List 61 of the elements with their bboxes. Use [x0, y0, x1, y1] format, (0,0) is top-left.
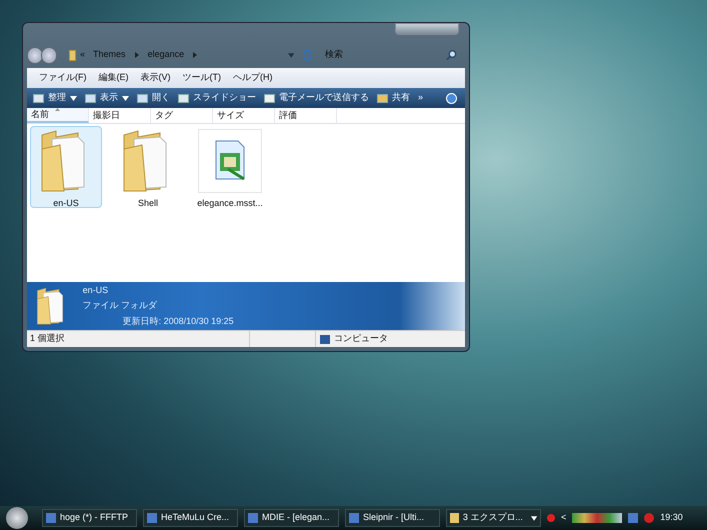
back-button[interactable]: [27, 46, 43, 64]
folder-icon: [68, 50, 76, 60]
toolbar-icon: [33, 94, 44, 102]
column-header[interactable]: 撮影日: [89, 108, 151, 123]
file-item[interactable]: Shell: [112, 126, 184, 208]
start-button[interactable]: [6, 507, 28, 529]
app-icon: [450, 513, 459, 523]
app-icon: [46, 513, 56, 523]
file-name: Shell: [138, 197, 158, 210]
search-icon: [446, 49, 457, 61]
toolbar-icon: [178, 94, 189, 102]
app-icon: [349, 513, 359, 523]
help-icon[interactable]: [446, 92, 457, 104]
menu-item[interactable]: 表示(V): [140, 71, 170, 85]
chevron-right-icon: [192, 51, 198, 59]
toolbar-button[interactable]: 表示: [85, 91, 129, 105]
menu-item[interactable]: ヘルプ(H): [233, 71, 272, 85]
selection-count: 1 個選択: [29, 332, 66, 346]
details-name: en-US: [82, 284, 110, 297]
file-item[interactable]: en-US: [30, 126, 102, 208]
app-icon: [248, 513, 258, 523]
menu-item[interactable]: ツール(T): [182, 71, 221, 85]
toolbar-icon: [377, 94, 388, 102]
chevron-right-icon: [134, 51, 140, 59]
taskbar-button[interactable]: Sleipnir - [Ulti...: [345, 509, 440, 527]
column-header[interactable]: 評価: [275, 108, 337, 123]
tray-expand-button[interactable]: <: [561, 511, 566, 525]
toolbar-icon: [264, 94, 275, 102]
search-field[interactable]: 検索: [324, 48, 442, 62]
toolbar-button[interactable]: スライドショー: [178, 91, 256, 105]
taskbar-button[interactable]: hoge (*) - FFFTP: [42, 509, 137, 527]
toolbar-button[interactable]: 開く: [137, 91, 170, 105]
notification-icon: [547, 514, 555, 522]
file-name: en-US: [53, 197, 79, 210]
forward-button[interactable]: [40, 46, 57, 64]
taskbar-button[interactable]: MDIE - [elegan...: [244, 509, 339, 527]
taskbar-button[interactable]: HeTeMuLu Cre...: [143, 509, 238, 527]
caret-icon: [70, 96, 77, 100]
sort-arrow-icon: [55, 108, 60, 111]
column-header[interactable]: タグ: [151, 108, 213, 123]
details-modified: 更新日時: 2008/10/30 19:25: [122, 314, 234, 328]
toolbar-icon: [137, 94, 148, 102]
toolbar-icon: [85, 94, 96, 102]
toolbar-button[interactable]: 共有: [377, 91, 410, 105]
taskbar-button[interactable]: 3 エクスプロ...: [446, 509, 541, 527]
file-name: elegance.msst...: [197, 197, 263, 210]
app-icon: [147, 513, 157, 523]
clock[interactable]: 19:30: [660, 511, 683, 525]
column-header[interactable]: サイズ: [213, 108, 275, 123]
caret-icon: [530, 516, 537, 520]
caret-icon: [122, 96, 129, 100]
window-controls[interactable]: [395, 23, 459, 35]
details-type: ファイル フォルダ: [82, 299, 158, 312]
toolbar-button[interactable]: 整理: [33, 91, 77, 105]
menu-item[interactable]: ファイル(F): [39, 71, 86, 85]
toolbar-button[interactable]: 電子メールで送信する: [264, 91, 369, 105]
dropdown-icon: [288, 52, 294, 58]
location-label: コンピュータ: [334, 332, 388, 346]
menu-item[interactable]: 編集(E): [98, 71, 128, 85]
more-button[interactable]: »: [418, 91, 424, 105]
column-header[interactable]: 名前: [27, 108, 89, 123]
